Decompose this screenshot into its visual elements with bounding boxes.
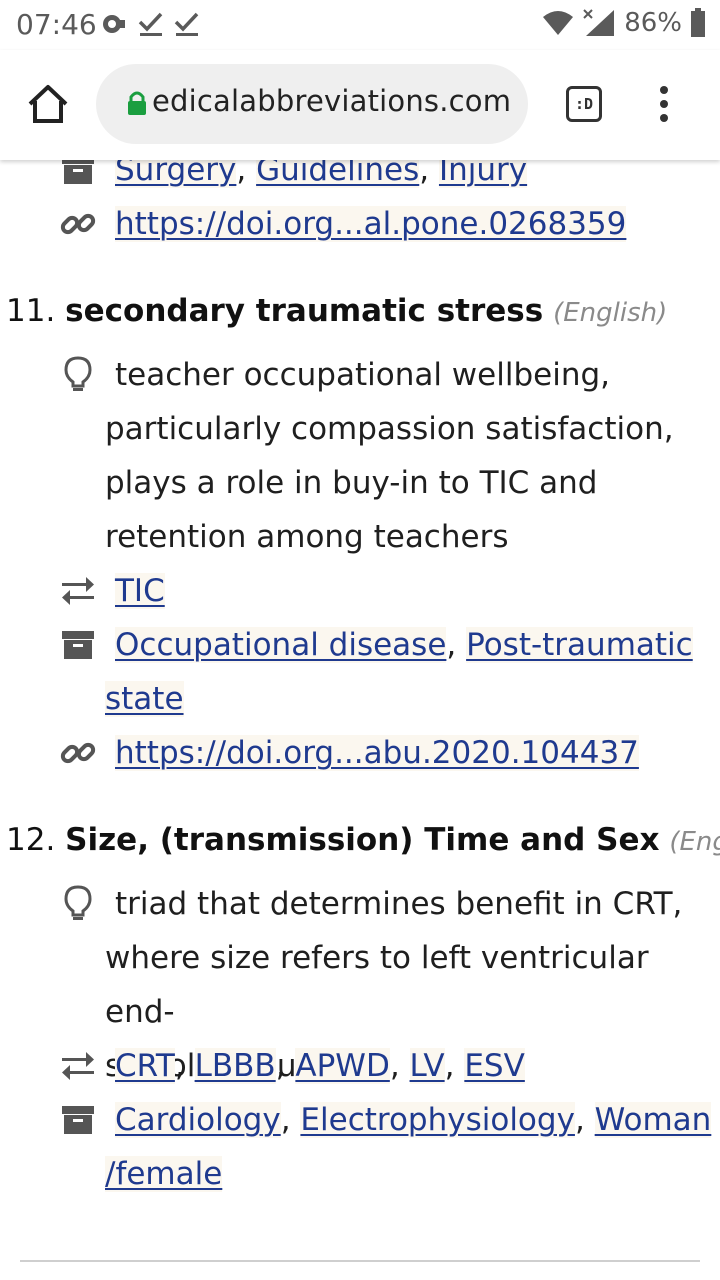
entry-definition: teacher occupational wellbeing, particul… xyxy=(105,357,674,555)
category-link[interactable]: /female xyxy=(105,1156,223,1192)
related-link[interactable]: LV xyxy=(409,1048,445,1084)
related-link[interactable]: LBBB xyxy=(194,1048,276,1084)
category-link[interactable]: Electrophysiology xyxy=(300,1102,575,1138)
category-link[interactable]: Cardiology xyxy=(115,1102,281,1138)
entry-term[interactable]: secondary traumatic stress xyxy=(65,293,543,329)
entry-language: (English) xyxy=(669,827,720,857)
category-link[interactable]: Guidelines xyxy=(256,160,420,188)
section-divider xyxy=(20,1260,700,1262)
battery-icon xyxy=(691,8,705,37)
archive-icon xyxy=(58,160,98,190)
lock-icon xyxy=(128,91,146,115)
entry-language: (English) xyxy=(553,298,668,328)
entry-heading: 12. Size, (transmission) Time and Sex (E… xyxy=(6,813,720,869)
category-link[interactable]: Surgery xyxy=(115,160,237,188)
related-link[interactable]: TIC xyxy=(115,573,165,609)
check-icon xyxy=(174,12,199,36)
swap-arrows-icon xyxy=(58,571,98,611)
doi-link[interactable]: https://doi.org...al.pone.0268359 xyxy=(115,206,627,242)
entry-heading: 11. secondary traumatic stress (English) xyxy=(6,284,667,340)
wifi-icon xyxy=(543,11,574,35)
tab-switcher-button[interactable]: :D xyxy=(566,86,602,122)
swap-arrows-icon xyxy=(58,1046,98,1086)
entry-term[interactable]: Size, (transmission) Time and Sex xyxy=(65,822,659,858)
link-icon xyxy=(58,733,98,773)
related-link[interactable]: CRT xyxy=(115,1048,175,1084)
results-list: Surgery, Guidelines, Injury https://doi.… xyxy=(0,160,720,1280)
battery-percent: 86% xyxy=(624,8,682,38)
related-link[interactable]: ESV xyxy=(464,1048,525,1084)
status-right: 86% xyxy=(542,8,706,38)
lightbulb-icon xyxy=(58,355,98,395)
category-link[interactable]: state xyxy=(105,681,184,717)
signal-icon xyxy=(583,9,615,36)
doi-link[interactable]: https://doi.org...abu.2020.104437 xyxy=(115,735,639,771)
archive-icon xyxy=(58,1100,98,1140)
status-bar: 07:46 86% xyxy=(0,0,720,50)
address-bar[interactable]: edicalabbreviations.com xyxy=(96,64,528,144)
lightbulb-icon xyxy=(58,884,98,924)
overflow-menu-icon[interactable] xyxy=(656,86,672,126)
category-link[interactable]: Woman xyxy=(594,1102,712,1138)
check-icon xyxy=(138,12,163,36)
home-icon[interactable] xyxy=(26,82,70,126)
related-link[interactable]: APWD xyxy=(295,1048,390,1084)
status-time: 07:46 xyxy=(16,8,97,41)
category-link[interactable]: Post-traumatic xyxy=(466,627,693,663)
browser-toolbar: edicalabbreviations.com :D xyxy=(0,50,720,160)
category-link[interactable]: Injury xyxy=(438,160,528,188)
entry-number: 11. xyxy=(6,293,56,329)
archive-icon xyxy=(58,625,98,665)
status-notifications xyxy=(100,10,200,38)
url-text: edicalabbreviations.com xyxy=(152,84,512,118)
category-link[interactable]: Occupational disease xyxy=(115,627,447,663)
notification-icon xyxy=(103,15,125,33)
link-icon xyxy=(58,204,98,244)
entry-number: 12. xyxy=(6,822,56,858)
